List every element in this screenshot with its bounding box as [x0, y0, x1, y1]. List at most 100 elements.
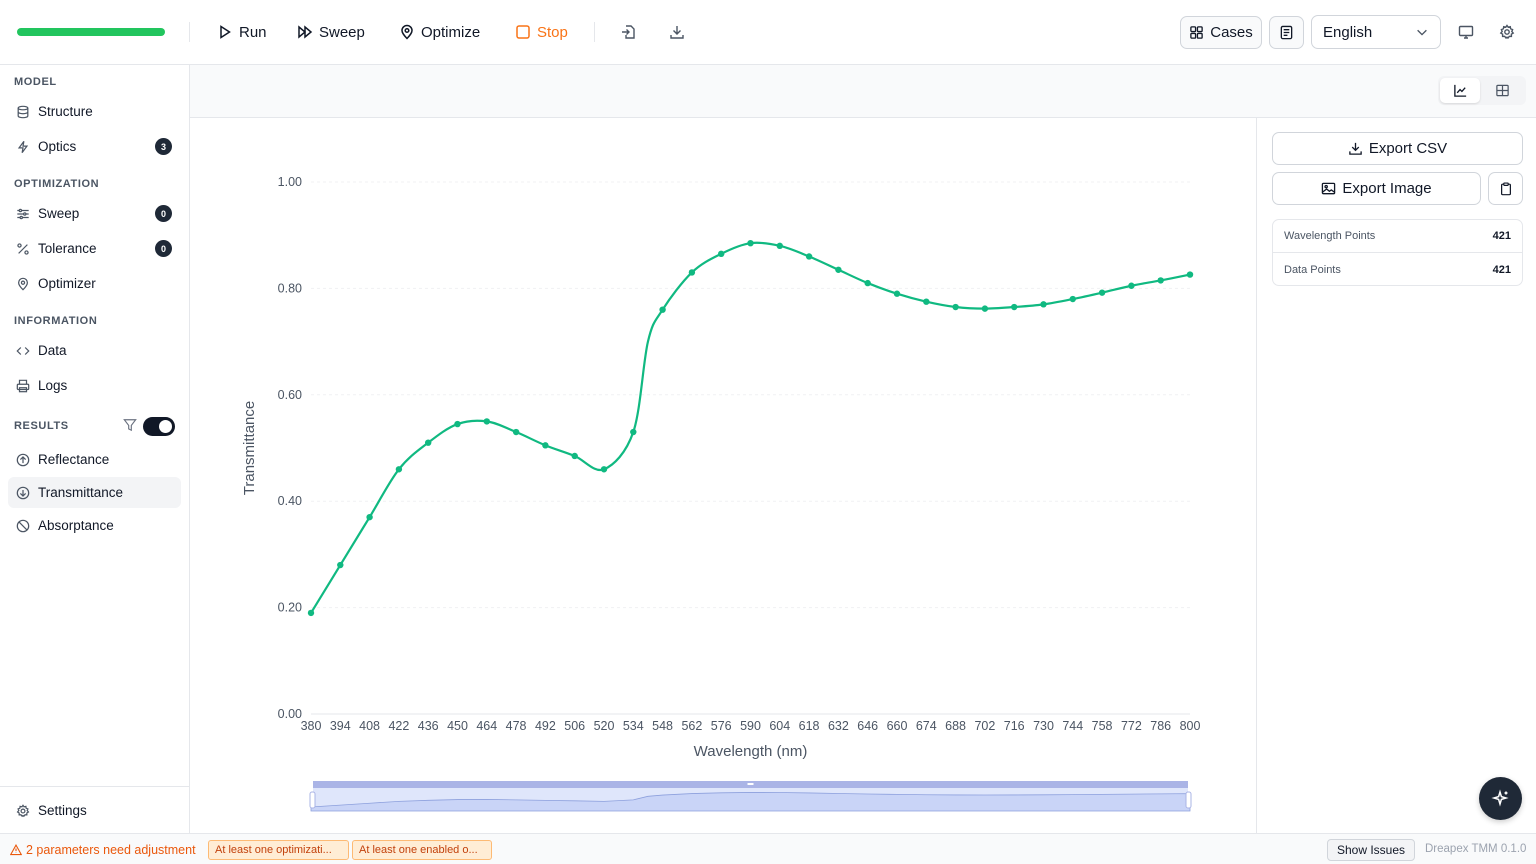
import-button[interactable]: [618, 22, 638, 42]
count-badge: 3: [155, 138, 172, 155]
line-chart-icon: [1453, 84, 1466, 97]
stop-square-icon: [516, 25, 530, 39]
data-point: [483, 418, 490, 425]
warning-text: 2 parameters need adjustment: [26, 843, 196, 857]
x-tick-label: 450: [447, 719, 468, 733]
data-point: [512, 428, 520, 436]
data-point: [337, 561, 344, 569]
stat-label: Wavelength Points: [1284, 230, 1376, 242]
x-tick-label: 744: [1062, 719, 1083, 733]
sidebar-item-transmittance[interactable]: Transmittance: [8, 477, 181, 508]
x-tick-label: 716: [1004, 719, 1025, 733]
printer-icon: [16, 379, 30, 392]
filter-icon[interactable]: [123, 418, 137, 432]
chevron-down-icon: [1417, 29, 1427, 36]
x-tick-label: 688: [945, 719, 966, 733]
x-tick-label: 534: [623, 719, 644, 733]
sidebar-item-label: Optimizer: [38, 276, 96, 291]
sidebar-item-absorptance[interactable]: Absorptance: [8, 510, 181, 541]
sidebar-item-label: Sweep: [38, 206, 80, 221]
x-tick-label: 422: [388, 719, 409, 733]
y-tick-label: 0.00: [278, 707, 302, 721]
x-tick-label: 604: [769, 719, 790, 733]
y-tick-label: 0.40: [278, 494, 302, 508]
document-icon: [1280, 25, 1293, 40]
sidebar-item-settings[interactable]: Settings: [8, 795, 181, 826]
assistant-button[interactable]: [1479, 777, 1522, 820]
series-line: [310, 241, 1191, 614]
sidebar-item-label: Logs: [38, 378, 68, 393]
chart-view-button[interactable]: [1440, 78, 1480, 103]
results-toggle[interactable]: [143, 417, 175, 436]
zoom-grip: [747, 783, 754, 785]
x-tick-label: 478: [506, 719, 527, 733]
data-point: [542, 442, 549, 449]
lightning-icon: [17, 140, 29, 153]
sidebar-item-structure[interactable]: Structure: [8, 96, 181, 127]
transmittance-chart[interactable]: 0.00 0.20 0.40 0.60 0.80 1.00 380 394 408 422 436 4…: [190, 118, 1256, 833]
show-issues-button[interactable]: Show Issues: [1327, 839, 1415, 861]
progress-bar: [17, 28, 165, 36]
sidebar-item-data[interactable]: Data: [8, 335, 181, 366]
sweep-button[interactable]: Sweep: [297, 20, 365, 44]
x-tick-label: 702: [974, 719, 995, 733]
sidebar-item-reflectance[interactable]: Reflectance: [8, 444, 181, 475]
sidebar-item-label: Data: [38, 343, 67, 358]
display-button[interactable]: [1456, 22, 1476, 42]
stat-row: Data Points 421: [1273, 253, 1522, 286]
language-select[interactable]: English: [1311, 15, 1441, 49]
count-badge: 0: [155, 240, 172, 257]
warning-message[interactable]: 2 parameters need adjustment: [10, 843, 196, 857]
data-point: [688, 269, 696, 276]
sidebar-item-optimizer[interactable]: Optimizer: [8, 268, 181, 299]
y-tick-label: 0.60: [278, 388, 302, 402]
export-csv-button[interactable]: Export CSV: [1272, 132, 1523, 165]
y-tick-label: 0.80: [278, 281, 302, 295]
data-point: [1157, 277, 1164, 284]
section-information: INFORMATION: [14, 315, 98, 327]
data-point: [1069, 295, 1076, 303]
sidebar: MODEL Structure Optics 3 OPTIMIZATION Sw…: [0, 65, 190, 833]
x-tick-label: 772: [1121, 719, 1142, 733]
download-button[interactable]: [667, 22, 687, 42]
table-view-button[interactable]: [1482, 78, 1522, 103]
notes-button[interactable]: [1269, 16, 1304, 49]
status-bar: 2 parameters need adjustment At least on…: [0, 833, 1536, 864]
cases-button[interactable]: Cases: [1180, 16, 1262, 49]
sidebar-item-tolerance[interactable]: Tolerance 0: [8, 233, 181, 264]
export-image-button[interactable]: Export Image: [1272, 172, 1481, 205]
copy-button[interactable]: [1488, 172, 1523, 205]
code-icon: [16, 346, 30, 355]
optimize-button[interactable]: Optimize: [399, 20, 480, 44]
fast-forward-icon: [298, 25, 313, 39]
x-tick-label: 800: [1180, 719, 1201, 733]
data-point: [864, 279, 871, 287]
data-point: [659, 306, 666, 313]
x-tick-label: 618: [799, 719, 820, 733]
sidebar-item-label: Tolerance: [38, 241, 97, 256]
x-tick-label: 464: [476, 719, 497, 733]
language-value: English: [1323, 23, 1373, 41]
issue-chip[interactable]: At least one enabled o...: [352, 840, 492, 860]
table-icon: [1495, 84, 1509, 97]
sidebar-item-logs[interactable]: Logs: [8, 370, 181, 401]
issue-chip[interactable]: At least one optimizati...: [208, 840, 349, 860]
chart-area: 0.00 0.20 0.40 0.60 0.80 1.00 380 394 408 422 436 4…: [190, 118, 1256, 833]
x-tick-label: 506: [564, 719, 585, 733]
stats-card: Wavelength Points 421 Data Points 421: [1272, 219, 1523, 286]
stop-button[interactable]: Stop: [515, 20, 568, 44]
sidebar-item-optics[interactable]: Optics 3: [8, 131, 181, 162]
map-pin-icon: [401, 24, 413, 40]
stat-value: 421: [1492, 230, 1511, 242]
clipboard-icon: [1500, 181, 1511, 195]
export-image-label: Export Image: [1342, 180, 1432, 197]
data-point: [805, 253, 813, 260]
sidebar-item-label: Settings: [38, 803, 87, 818]
sweep-label: Sweep: [319, 23, 365, 41]
view-toggle: [1438, 76, 1526, 105]
x-axis-label: Wavelength (nm): [694, 743, 808, 760]
cases-label: Cases: [1210, 24, 1253, 41]
run-button[interactable]: Run: [217, 20, 267, 44]
sidebar-item-sweep[interactable]: Sweep 0: [8, 198, 181, 229]
settings-button[interactable]: [1497, 22, 1517, 42]
